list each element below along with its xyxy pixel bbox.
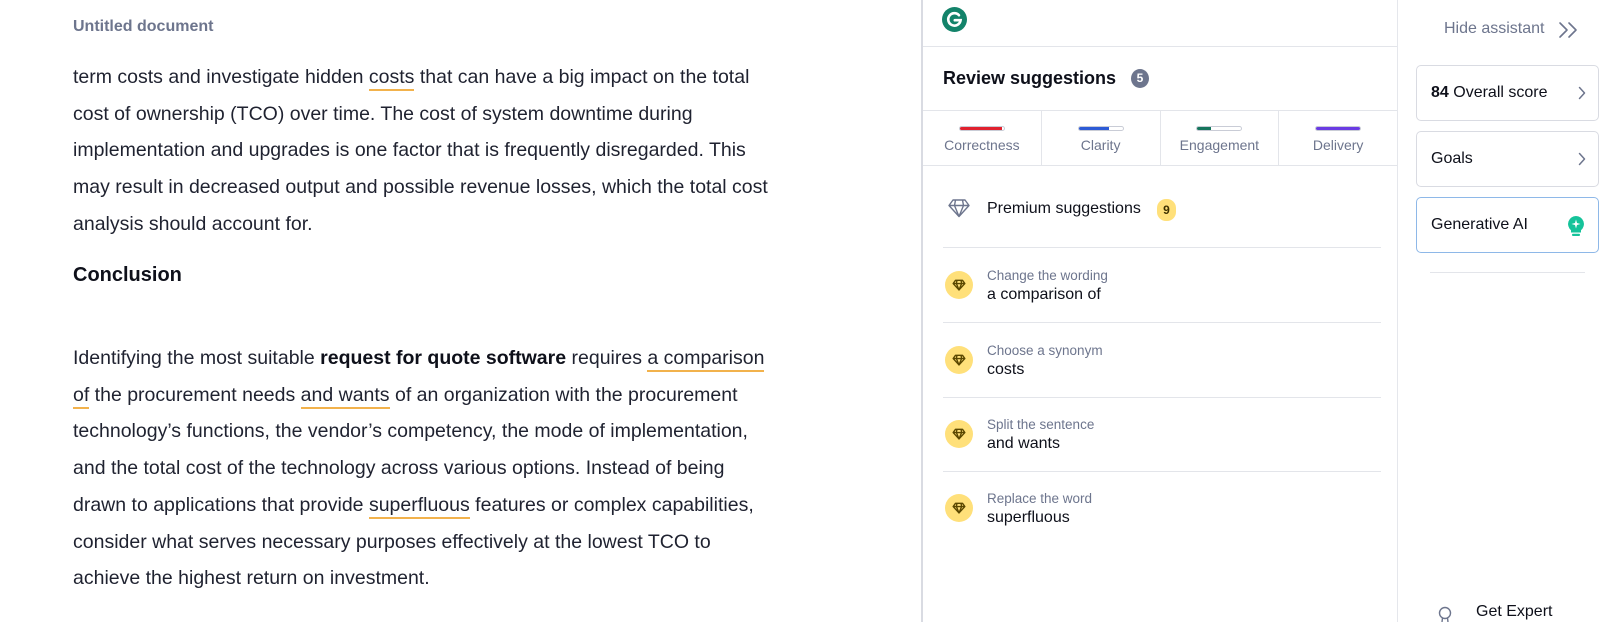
- suggestion-type: Change the wording: [987, 268, 1108, 283]
- suggestion-type: Choose a synonym: [987, 343, 1103, 358]
- paragraph[interactable]: term costs and investigate hidden costs …: [73, 59, 773, 243]
- flagged-word-superfluous[interactable]: superfluous: [368, 493, 470, 519]
- suggestion-type: Split the sentence: [987, 417, 1095, 432]
- tab-label: Engagement: [1179, 137, 1260, 153]
- premium-count-badge: 9: [1157, 199, 1176, 221]
- suggestion-card[interactable]: Change the wording a comparison of: [943, 249, 1381, 323]
- tab-engagement[interactable]: Engagement: [1161, 111, 1280, 165]
- suggestion-type: Replace the word: [987, 491, 1093, 506]
- progress-fill: [1078, 127, 1110, 130]
- goals-button[interactable]: Goals: [1416, 131, 1599, 187]
- tab-delivery[interactable]: Delivery: [1279, 111, 1397, 165]
- tab-label: Clarity: [1080, 137, 1121, 153]
- text-run: requires: [566, 347, 648, 369]
- chevron-right-icon: [1578, 152, 1586, 166]
- premium-suggestions-item[interactable]: Premium suggestions 9: [943, 168, 1381, 248]
- score-label: Overall score: [1453, 84, 1548, 101]
- premium-diamond-icon: [945, 346, 973, 374]
- document-title[interactable]: Untitled document: [73, 18, 213, 36]
- flagged-word-costs[interactable]: costs: [368, 66, 415, 91]
- suggestion-text: superfluous: [987, 509, 1070, 526]
- text-run: that can have a big impact on the total …: [73, 66, 768, 235]
- hide-assistant-label: Hide assistant: [1444, 20, 1545, 37]
- hide-assistant-button[interactable]: Hide assistant: [1444, 20, 1545, 38]
- tab-correctness[interactable]: Correctness: [923, 111, 1042, 165]
- generative-ai-button[interactable]: Generative AI: [1416, 197, 1599, 253]
- score-value: 84: [1431, 84, 1449, 101]
- divider: [1430, 272, 1585, 273]
- lightbulb-spark-icon: [1568, 216, 1584, 236]
- review-count-badge: 5: [1131, 69, 1149, 88]
- chevron-right-icon: [1578, 86, 1586, 100]
- progress-bar: [1196, 126, 1243, 131]
- premium-diamond-icon: [945, 494, 973, 522]
- paragraph[interactable]: Identifying the most suitable request fo…: [73, 340, 773, 597]
- progress-fill: [1197, 127, 1211, 130]
- suggestion-text: a comparison of: [987, 286, 1101, 303]
- progress-bar: [1077, 126, 1124, 131]
- goals-label: Goals: [1431, 150, 1473, 167]
- text-run: Identifying the most suitable: [73, 347, 321, 369]
- tab-clarity[interactable]: Clarity: [1042, 111, 1161, 165]
- text-run: term costs and investigate hidden: [73, 66, 369, 88]
- bold-text: request for quote software: [320, 347, 567, 369]
- flagged-phrase-wants[interactable]: and wants: [300, 383, 390, 409]
- diamond-icon: [948, 199, 970, 218]
- generative-ai-label: Generative AI: [1431, 216, 1528, 233]
- review-title: Review suggestions: [943, 68, 1117, 88]
- get-expert-button[interactable]: Get Expert: [1476, 603, 1552, 621]
- progress-bar: [958, 126, 1005, 131]
- suggestion-card[interactable]: Split the sentence and wants: [943, 398, 1381, 472]
- overall-score-button[interactable]: 84 Overall score: [1416, 65, 1599, 121]
- document-editor[interactable]: Untitled document term costs and investi…: [0, 0, 920, 622]
- text-run: the procurement needs: [89, 383, 301, 406]
- section-heading: Conclusion: [73, 264, 182, 286]
- progress-fill: [1316, 127, 1361, 130]
- divider: [923, 46, 1397, 47]
- suggestion-card[interactable]: Choose a synonym costs: [943, 324, 1381, 398]
- tab-label: Correctness: [944, 137, 1020, 153]
- suggestion-text: costs: [987, 361, 1025, 378]
- premium-suggestions-label: Premium suggestions: [987, 200, 1141, 217]
- double-chevron-right-icon[interactable]: [1557, 21, 1581, 39]
- suggestion-card[interactable]: Replace the word superfluous: [943, 472, 1381, 546]
- grammarly-logo-icon[interactable]: [942, 7, 967, 32]
- suggestion-text: and wants: [987, 435, 1060, 452]
- expert-badge-icon: [1438, 606, 1452, 622]
- progress-fill: [959, 127, 1002, 130]
- assistant-rail: Hide assistant 84 Overall score Goals Ge…: [1399, 0, 1600, 622]
- premium-diamond-icon: [945, 420, 973, 448]
- overall-score: 84 Overall score: [1431, 84, 1548, 102]
- progress-bar: [1315, 126, 1362, 131]
- premium-diamond-icon: [945, 271, 973, 299]
- review-panel: Review suggestions 5 Correctness Clarity…: [921, 0, 1398, 622]
- tab-label: Delivery: [1312, 137, 1364, 153]
- score-tabs: Correctness Clarity Engagement Delivery: [923, 110, 1397, 166]
